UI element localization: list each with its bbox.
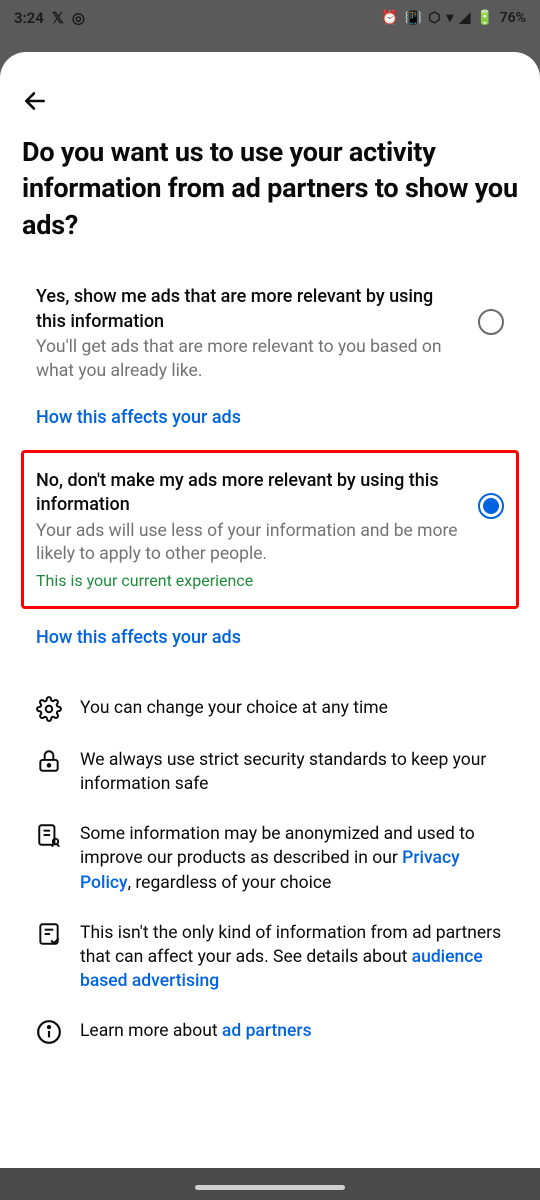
option-yes-title: Yes, show me ads that are more relevant …: [36, 285, 462, 334]
info-learn: Learn more about ad partners: [36, 1019, 504, 1045]
nav-bar: [0, 1168, 540, 1200]
ad-partners-link[interactable]: ad partners: [222, 1021, 312, 1041]
status-time: 3:24: [14, 9, 44, 27]
doc-user-icon: [36, 822, 62, 848]
current-experience-note: This is your current experience: [36, 571, 462, 590]
link-affects-no[interactable]: How this affects your ads: [22, 609, 518, 670]
battery-percent: 76%: [500, 10, 526, 26]
back-button[interactable]: [22, 88, 48, 114]
info-icon: [36, 1019, 62, 1045]
status-bar: 3:24 𝕏 ◎ ⏰ 📳 ⬡ ▾ ◢ 🔋 76%: [0, 0, 540, 36]
radio-yes[interactable]: [478, 309, 504, 335]
app-icon: ◎: [72, 9, 85, 27]
gear-icon: [36, 696, 62, 722]
info-anonymized: Some information may be anonymized and u…: [36, 822, 504, 894]
option-no-title: No, don't make my ads more relevant by u…: [36, 469, 462, 518]
wifi-icon: ▾: [446, 10, 453, 26]
radio-no[interactable]: [478, 493, 504, 519]
x-icon: 𝕏: [52, 9, 64, 27]
settings-sheet: Do you want us to use your activity info…: [0, 52, 540, 1200]
info-anonymized-text: Some information may be anonymized and u…: [80, 822, 504, 894]
option-yes[interactable]: Yes, show me ads that are more relevant …: [22, 279, 518, 393]
lock-icon: [36, 748, 62, 774]
option-no-desc: Your ads will use less of your informati…: [36, 520, 462, 567]
option-no[interactable]: No, don't make my ads more relevant by u…: [21, 450, 519, 609]
option-yes-desc: You'll get ads that are more relevant to…: [36, 336, 462, 383]
info-change: You can change your choice at any time: [36, 696, 504, 722]
info-change-text: You can change your choice at any time: [80, 696, 504, 720]
info-other-text: This isn't the only kind of information …: [80, 921, 504, 993]
shield-icon: ⬡: [428, 10, 440, 26]
link-affects-yes[interactable]: How this affects your ads: [22, 393, 518, 450]
info-security: We always use strict security standards …: [36, 748, 504, 796]
info-other: This isn't the only kind of information …: [36, 921, 504, 993]
signal-icon: ◢: [459, 10, 470, 26]
info-learn-text: Learn more about ad partners: [80, 1019, 504, 1043]
alarm-icon: ⏰: [381, 10, 398, 26]
info-security-text: We always use strict security standards …: [80, 748, 504, 796]
info-list: You can change your choice at any time W…: [22, 696, 518, 1045]
page-title: Do you want us to use your activity info…: [22, 134, 518, 243]
doc-check-icon: [36, 921, 62, 947]
home-indicator[interactable]: [195, 1185, 345, 1190]
vibrate-icon: 📳: [405, 10, 422, 26]
battery-icon: 🔋: [476, 10, 493, 26]
